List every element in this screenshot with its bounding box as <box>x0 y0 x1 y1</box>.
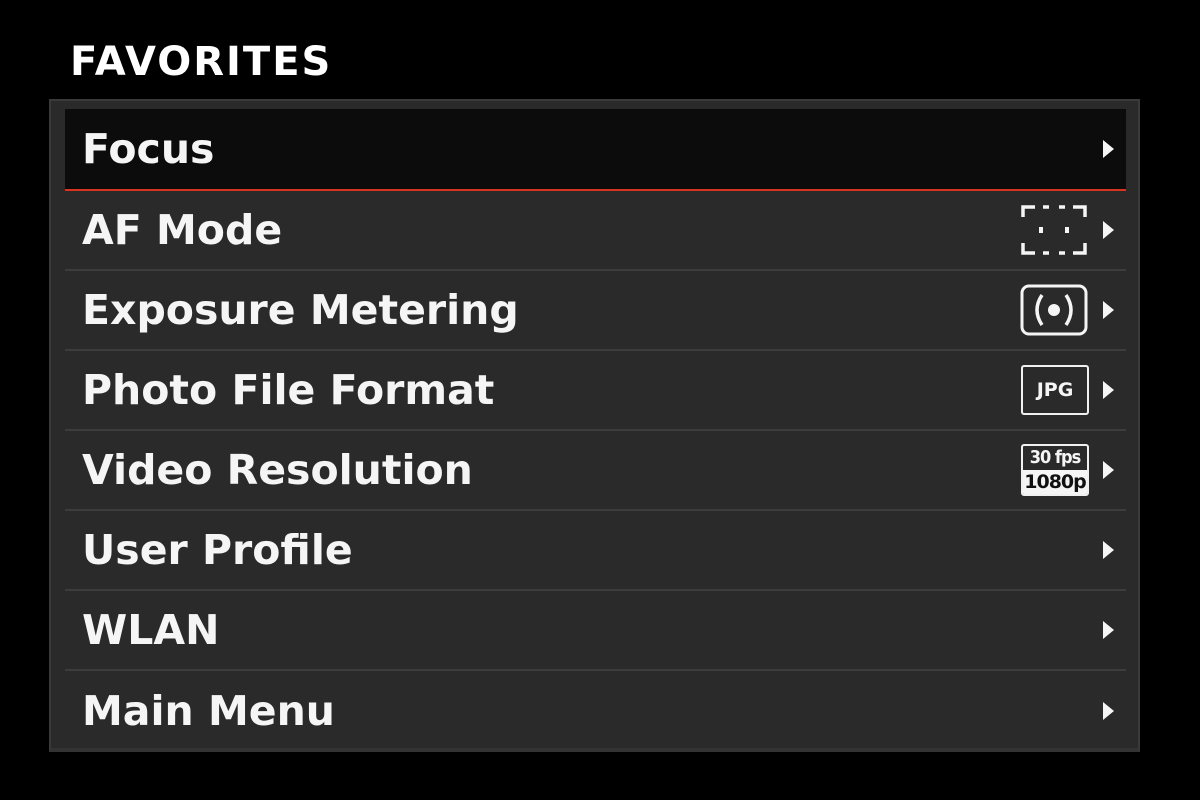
video-resolution-badge: 30 fps 1080p <box>1021 444 1089 496</box>
jpg-format-label: JPG <box>1021 365 1089 415</box>
menu-item-main-menu[interactable]: Main Menu <box>65 671 1126 751</box>
menu-item-video-resolution[interactable]: Video Resolution 30 fps 1080p <box>65 431 1126 511</box>
chevron-right-icon <box>1103 621 1114 639</box>
af-field-brackets-icon <box>1019 203 1089 257</box>
menu-item-label: Photo File Format <box>82 365 495 414</box>
chevron-right-icon <box>1103 140 1114 158</box>
menu-item-label: Video Resolution <box>82 445 473 494</box>
menu-item-af-mode[interactable]: AF Mode <box>65 191 1126 271</box>
menu-item-label: AF Mode <box>82 205 283 254</box>
chevron-right-icon <box>1103 702 1114 720</box>
spot-metering-icon <box>1019 283 1089 337</box>
chevron-right-icon <box>1103 381 1114 399</box>
menu-item-exposure-metering[interactable]: Exposure Metering <box>65 271 1126 351</box>
menu-item-label: User Profile <box>82 525 353 574</box>
resolution-label: 1080p <box>1023 470 1087 494</box>
menu-item-user-profile[interactable]: User Profile <box>65 511 1126 591</box>
menu-item-label: Main Menu <box>82 686 335 735</box>
menu-item-focus[interactable]: Focus <box>65 109 1126 191</box>
screen-title: FAVORITES <box>70 39 333 85</box>
favorites-menu-panel: Focus AF Mode Exposure Metering Photo Fi… <box>49 99 1140 752</box>
favorites-menu-list: Focus AF Mode Exposure Metering Photo Fi… <box>65 109 1126 751</box>
jpg-format-badge: JPG <box>1021 365 1089 415</box>
chevron-right-icon <box>1103 541 1114 559</box>
menu-item-photo-file-format[interactable]: Photo File Format JPG <box>65 351 1126 431</box>
menu-item-label: Exposure Metering <box>82 285 519 334</box>
menu-item-wlan[interactable]: WLAN <box>65 591 1126 671</box>
frame-rate-label: 30 fps <box>1029 447 1081 468</box>
chevron-right-icon <box>1103 221 1114 239</box>
chevron-right-icon <box>1103 461 1114 479</box>
menu-item-label: WLAN <box>82 605 220 654</box>
menu-item-label: Focus <box>82 124 215 173</box>
chevron-right-icon <box>1103 301 1114 319</box>
video-resolution-box: 30 fps 1080p <box>1021 444 1089 496</box>
